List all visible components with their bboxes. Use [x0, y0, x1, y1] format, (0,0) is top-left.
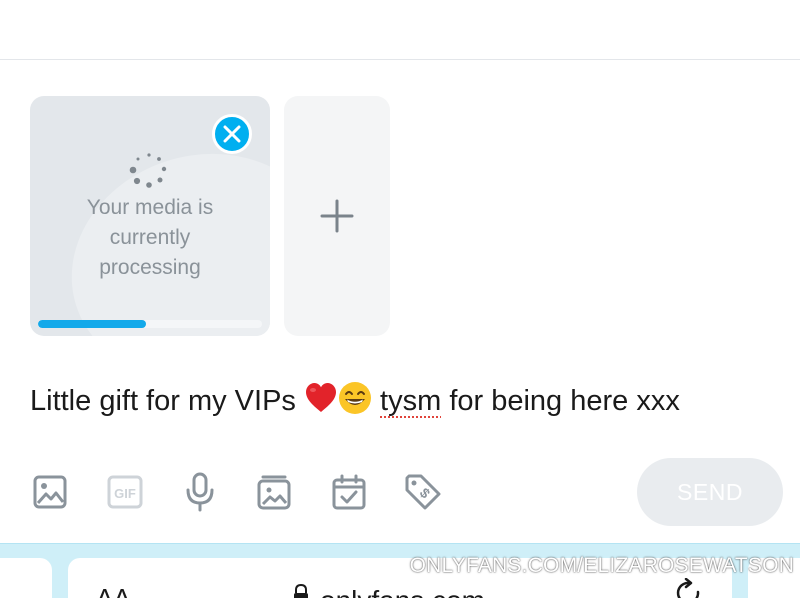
add-gif-button[interactable]: GIF	[105, 472, 145, 512]
lock-icon	[294, 584, 308, 598]
schedule-post-button[interactable]	[329, 472, 369, 512]
address-bar-url: onlyfans.com	[320, 585, 485, 598]
microphone-icon	[186, 472, 214, 512]
svg-text:$: $	[417, 485, 434, 502]
send-button[interactable]: SEND	[637, 458, 783, 526]
red-heart-emoji-icon	[305, 383, 336, 412]
watermark: ONLYFANS.COM/ELIZAROSEWATSON	[409, 554, 794, 577]
image-icon	[33, 475, 67, 509]
price-tag-icon: $	[405, 474, 441, 510]
gif-label: GIF	[114, 486, 136, 501]
post-text-input[interactable]: Little gift for my VIPs tysm for being h…	[30, 381, 680, 420]
upload-progress-fill	[38, 320, 146, 328]
status-line: processing	[99, 256, 201, 279]
post-text-segment: for being here xxx	[441, 385, 680, 417]
post-text-misspelled-word: tysm	[380, 385, 442, 417]
upload-progress-bar	[38, 320, 262, 328]
close-icon	[223, 125, 241, 143]
add-media-button[interactable]	[284, 96, 390, 336]
set-price-button[interactable]: $	[403, 472, 443, 512]
status-line: currently	[109, 226, 191, 249]
media-processing-status: Your media is currently processing	[30, 193, 270, 283]
reader-mode-button[interactable]: AA	[96, 583, 131, 598]
post-text-segment: Little gift for my VIPs	[30, 385, 304, 417]
schedule-icon	[332, 474, 366, 510]
gif-icon: GIF	[107, 475, 143, 509]
grinning-face-emoji-icon	[338, 382, 371, 414]
status-line: Your media is	[86, 196, 214, 219]
reload-icon[interactable]	[674, 578, 704, 598]
vault-button[interactable]	[254, 472, 294, 512]
plus-icon	[320, 199, 354, 233]
remove-media-button[interactable]	[212, 114, 252, 154]
add-image-button[interactable]	[30, 472, 70, 512]
loading-spinner-icon	[129, 153, 167, 188]
record-voice-button[interactable]	[180, 472, 220, 512]
vault-icon	[257, 475, 291, 510]
top-bar	[0, 0, 800, 60]
browser-tab-left[interactable]	[0, 558, 52, 598]
